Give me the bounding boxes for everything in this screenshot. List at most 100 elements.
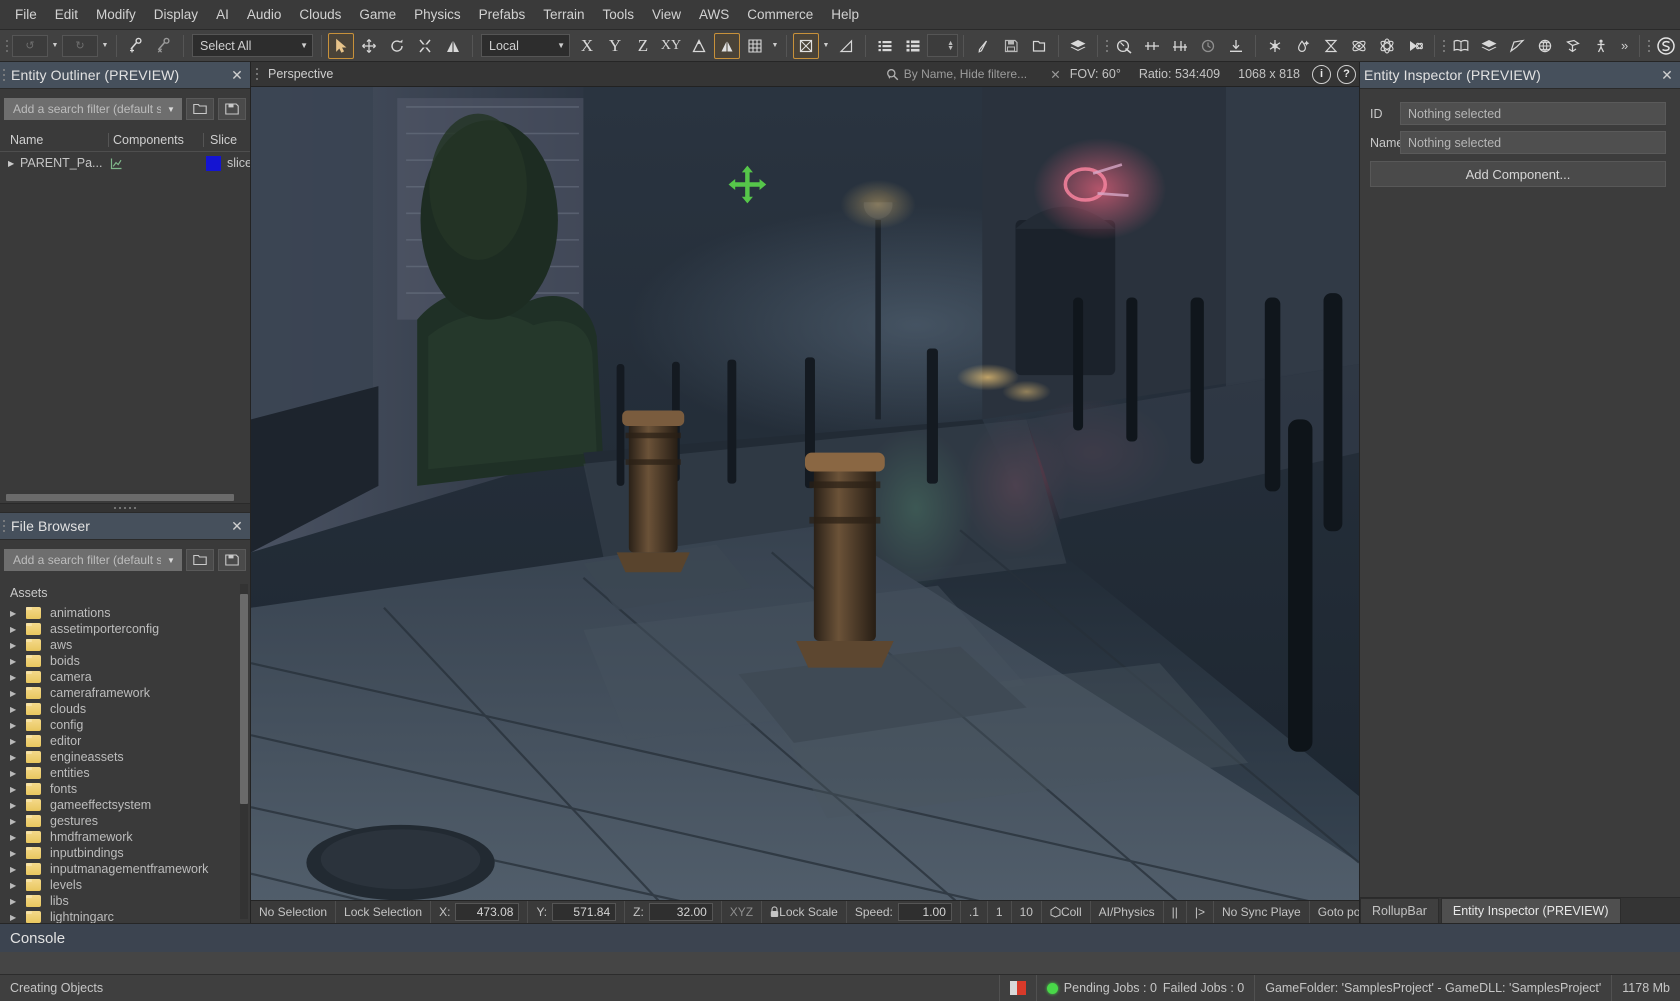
close-icon[interactable]: ✕ — [224, 518, 250, 535]
list-item[interactable]: ▶assetimporterconfig — [0, 621, 250, 637]
chevron-right-icon[interactable]: ▶ — [10, 641, 26, 650]
axis-z-button[interactable]: Z — [630, 33, 656, 59]
pick-object-icon[interactable] — [970, 33, 996, 59]
layers-list-icon[interactable] — [872, 33, 898, 59]
chevron-right-icon[interactable]: ▶ — [10, 913, 26, 922]
chevron-right-icon[interactable]: ▶ — [10, 737, 26, 746]
lock-selection-button[interactable]: Lock Selection — [336, 901, 431, 923]
speed-value[interactable]: 1.00 — [898, 903, 952, 921]
file-browser-save-button[interactable] — [218, 549, 246, 571]
snap-angle-dropdown-icon[interactable]: ▼ — [820, 34, 832, 58]
status-x-value[interactable]: 473.08 — [455, 903, 519, 921]
chevron-right-icon[interactable]: ▶ — [10, 881, 26, 890]
axis-x-button[interactable]: X — [574, 33, 600, 59]
file-browser-search-field[interactable]: ▼ — [4, 549, 182, 571]
tab-rollupbar[interactable]: RollupBar — [1360, 898, 1439, 923]
outliner-horizontal-scrollbar[interactable] — [0, 491, 250, 503]
snap-angle-icon[interactable] — [793, 33, 819, 59]
outliner-search-field[interactable]: ▼ — [4, 98, 182, 120]
list-item[interactable]: ▶animations — [0, 605, 250, 621]
file-browser-titlebar[interactable]: File Browser ✕ — [0, 513, 250, 540]
menu-item-clouds[interactable]: Clouds — [290, 3, 350, 26]
freeze-icon[interactable] — [1262, 33, 1288, 59]
lock-scale-button[interactable]: Lock Scale — [762, 901, 847, 923]
atom-icon[interactable] — [1346, 33, 1372, 59]
outliner-col-name[interactable]: Name — [0, 133, 108, 147]
coordinate-space-combo[interactable]: Local ▼ — [481, 34, 570, 57]
outliner-tree[interactable]: ▶ PARENT_Pa... slices/( — [0, 152, 250, 491]
star-flag-icon[interactable] — [1504, 33, 1530, 59]
file-browser-search-input[interactable] — [11, 552, 163, 568]
menu-item-commerce[interactable]: Commerce — [738, 3, 822, 26]
select-arrow-icon[interactable] — [328, 33, 354, 59]
outliner-col-components[interactable]: Components — [108, 133, 203, 147]
file-browser-new-folder-button[interactable] — [186, 549, 214, 571]
close-icon[interactable]: ✕ — [224, 67, 250, 84]
menu-item-prefabs[interactable]: Prefabs — [470, 3, 535, 26]
file-browser-tree[interactable]: Assets ▶animations▶assetimporterconfig▶a… — [0, 580, 250, 923]
inspector-name-value[interactable]: Nothing selected — [1400, 131, 1666, 154]
chevron-right-icon[interactable]: ▶ — [10, 833, 26, 842]
globe-icon[interactable] — [1532, 33, 1558, 59]
menu-item-ai[interactable]: AI — [207, 3, 238, 26]
status-z-value[interactable]: 32.00 — [649, 903, 713, 921]
ai-physics-toggle[interactable]: AI/Physics — [1091, 901, 1164, 923]
list-item[interactable]: ▶hmdframework — [0, 829, 250, 845]
speed-preset-point1[interactable]: .1 — [961, 901, 988, 923]
droplet-icon[interactable] — [1290, 33, 1316, 59]
viewport-search[interactable]: By Name, Hide filtere... ✕ — [886, 65, 1061, 83]
drop-to-ground-icon[interactable] — [1223, 33, 1249, 59]
list-item[interactable]: ▶entities — [0, 765, 250, 781]
toolbar-overflow-button[interactable]: » — [1615, 38, 1634, 53]
menu-item-game[interactable]: Game — [350, 3, 405, 26]
menu-item-modify[interactable]: Modify — [87, 3, 145, 26]
panel-splitter[interactable] — [0, 503, 250, 513]
list-item[interactable]: ▶aws — [0, 637, 250, 653]
chevron-right-icon[interactable]: ▶ — [10, 625, 26, 634]
scrollbar-thumb[interactable] — [6, 494, 234, 501]
menu-item-audio[interactable]: Audio — [238, 3, 291, 26]
outliner-save-button[interactable] — [218, 98, 246, 120]
person-icon[interactable] — [1588, 33, 1614, 59]
axis-y-button[interactable]: Y — [602, 33, 628, 59]
rotate-icon[interactable] — [384, 33, 410, 59]
terrain-snap-icon[interactable] — [686, 33, 712, 59]
list-item[interactable]: ▶boids — [0, 653, 250, 669]
menu-item-edit[interactable]: Edit — [46, 3, 87, 26]
toolbar-grip[interactable] — [1645, 36, 1652, 56]
pause-button[interactable]: || — [1164, 901, 1187, 923]
list-item[interactable]: ▶cameraframework — [0, 685, 250, 701]
list-item[interactable]: ▶clouds — [0, 701, 250, 717]
layer-depth-stepper[interactable]: ▲▼ — [927, 34, 958, 57]
speed-preset-1[interactable]: 1 — [988, 901, 1012, 923]
outliner-search-input[interactable] — [11, 101, 163, 117]
chevron-right-icon[interactable]: ▶ — [10, 689, 26, 698]
chevron-right-icon[interactable]: ▶ — [10, 865, 26, 874]
save-icon[interactable] — [998, 33, 1024, 59]
viewport-search-clear-icon[interactable]: ✕ — [1050, 67, 1060, 82]
link-remove-icon[interactable] — [151, 33, 177, 59]
viewport-help-button[interactable]: ? — [1337, 65, 1356, 84]
menu-item-display[interactable]: Display — [145, 3, 207, 26]
sync-player-toggle[interactable]: No Sync Playe — [1214, 901, 1310, 923]
move-icon[interactable] — [356, 33, 382, 59]
snap-grid-dropdown-icon[interactable]: ▼ — [769, 34, 781, 58]
file-browser-vertical-scrollbar[interactable] — [240, 584, 248, 919]
list-item[interactable]: ▶camera — [0, 669, 250, 685]
outliner-col-slice[interactable]: Slice — [203, 133, 250, 147]
snap-grid-icon[interactable] — [742, 33, 768, 59]
menu-item-aws[interactable]: AWS — [690, 3, 738, 26]
lumberyard-logo-icon[interactable] — [1653, 33, 1679, 59]
undo-icon[interactable]: ↺ — [12, 35, 48, 57]
hourglass-icon[interactable] — [1318, 33, 1344, 59]
outliner-new-folder-button[interactable] — [186, 98, 214, 120]
link-add-icon[interactable] — [123, 33, 149, 59]
terrain-object-snap-icon[interactable] — [714, 33, 740, 59]
tab-entity-inspector[interactable]: Entity Inspector (PREVIEW) — [1441, 898, 1621, 923]
terrain-peak-icon[interactable] — [440, 33, 466, 59]
menu-item-view[interactable]: View — [643, 3, 690, 26]
list-item[interactable]: ▶gameeffectsystem — [0, 797, 250, 813]
outliner-entity-name-cell[interactable]: ▶ PARENT_Pa... — [0, 156, 106, 170]
layers-stack-icon[interactable] — [1065, 33, 1091, 59]
chevron-right-icon[interactable]: ▶ — [10, 673, 26, 682]
